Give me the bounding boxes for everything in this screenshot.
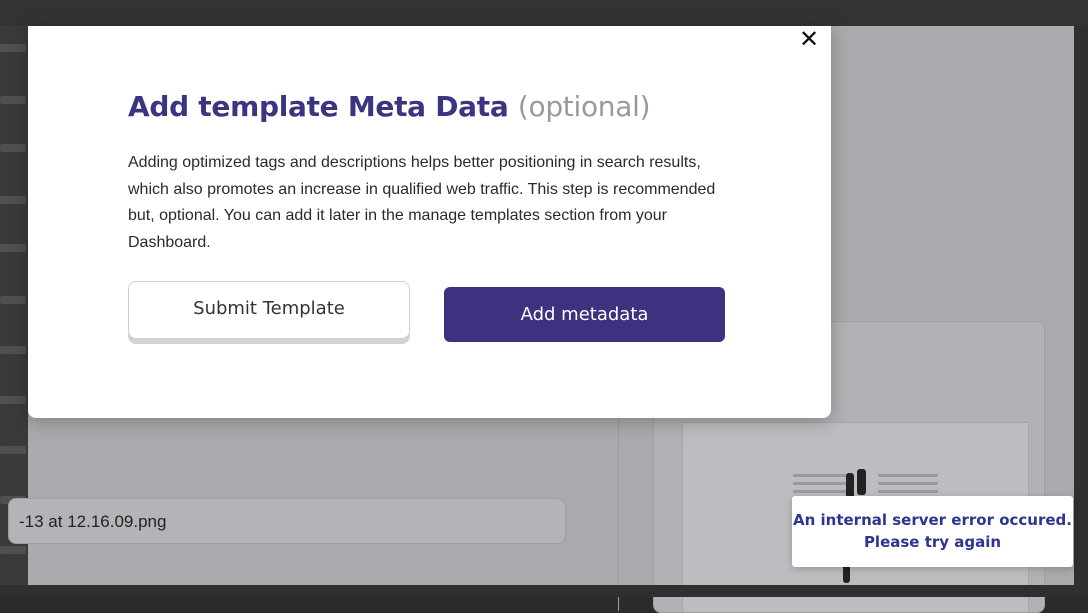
metadata-modal: ✕ Add template Meta Data (optional) Addi… [28,26,831,418]
sidebar-item[interactable] [0,44,26,52]
add-metadata-button[interactable]: Add metadata [444,287,725,342]
sidebar-item[interactable] [0,446,26,454]
app-top-bar [0,0,1088,26]
modal-title-main: Add template Meta Data [128,90,509,123]
app-right-edge [1074,26,1088,597]
file-name-value: -13 at 12.16.09.png [19,512,167,531]
sidebar-item[interactable] [0,396,26,404]
error-toast: An internal server error occured. Please… [792,496,1073,567]
modal-title: Add template Meta Data (optional) [128,90,651,123]
modal-title-optional: (optional) [517,90,651,123]
sidebar-item[interactable] [0,546,26,554]
illustration-figure [857,469,866,495]
submit-template-button[interactable]: Submit Template [128,281,410,339]
file-name-field[interactable]: -13 at 12.16.09.png [8,498,566,544]
divider [618,418,619,611]
sidebar-item[interactable] [0,346,26,354]
toast-message-line-1: An internal server error occured. [793,511,1072,529]
close-icon[interactable]: ✕ [798,26,820,52]
sidebar-item[interactable] [0,196,26,204]
sidebar-item[interactable] [0,96,26,104]
app-bottom-edge [0,585,1088,597]
toast-message-line-2: Please try again [863,533,1002,551]
modal-description: Adding optimized tags and descriptions h… [128,154,716,251]
sidebar-item[interactable] [0,144,26,152]
sidebar-item[interactable] [0,244,26,252]
sidebar-item[interactable] [0,296,26,304]
